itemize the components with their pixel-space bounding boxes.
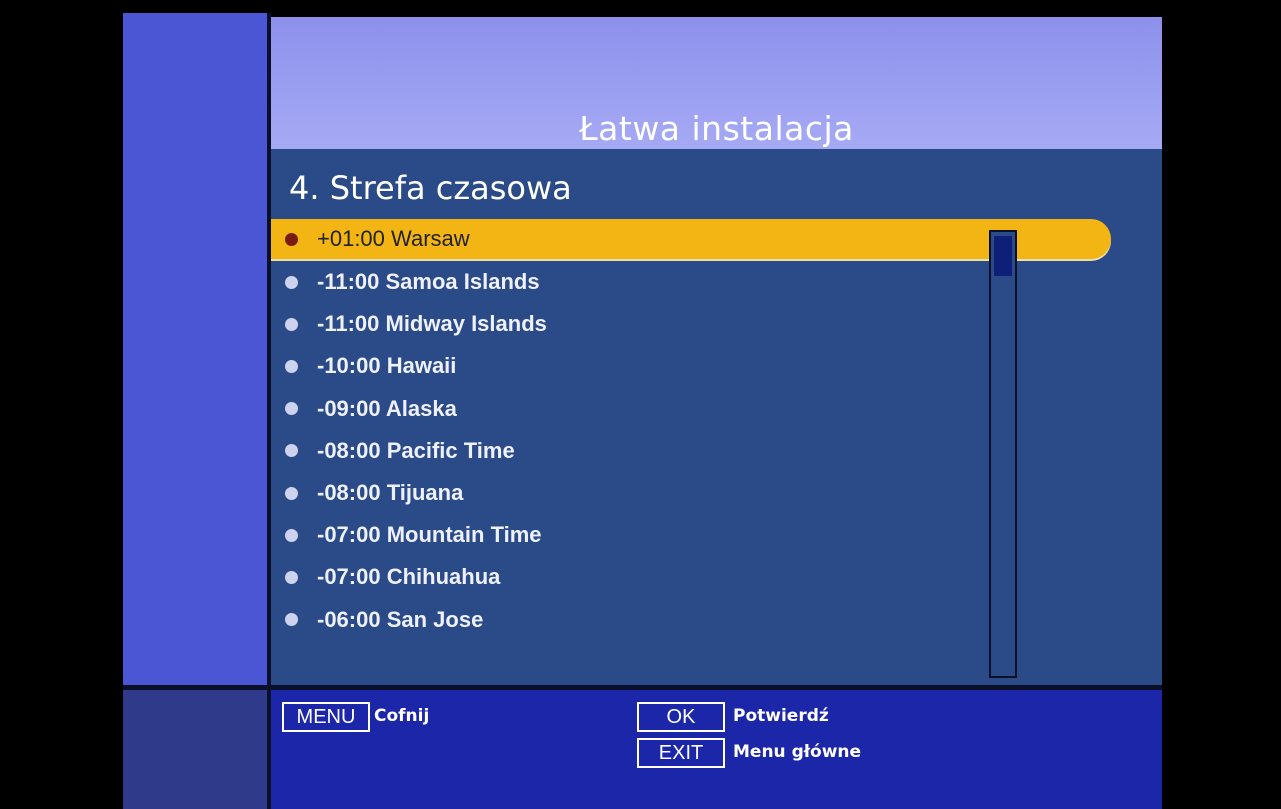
main-panel: 4. Strefa czasowa +01:00 Warsaw -11:00 S… xyxy=(271,149,1162,685)
section-title: 4. Strefa czasowa xyxy=(289,169,572,207)
timezone-label: -07:00 Chihuahua xyxy=(317,564,501,590)
timezone-item[interactable]: -11:00 Midway Islands xyxy=(271,303,1111,345)
bullet-icon xyxy=(285,275,298,289)
timezone-item-selected[interactable]: +01:00 Warsaw xyxy=(271,219,1111,259)
menu-key-label: Cofnij xyxy=(374,706,430,726)
menu-key-button[interactable]: MENU xyxy=(282,702,370,732)
bullet-icon xyxy=(285,486,298,500)
timezone-label: +01:00 Warsaw xyxy=(317,226,470,251)
left-decor-footer xyxy=(123,690,267,809)
footer-bar: MENU Cofnij OK Potwierdź EXIT Menu główn… xyxy=(271,690,1162,809)
timezone-item[interactable]: -06:00 San Jose xyxy=(271,599,1111,641)
timezone-list: +01:00 Warsaw -11:00 Samoa Islands -11:0… xyxy=(271,219,1111,641)
timezone-label: -10:00 Hawaii xyxy=(317,353,457,379)
bullet-icon xyxy=(285,232,298,246)
page-title: Łatwa instalacja xyxy=(579,109,854,148)
bullet-icon xyxy=(285,402,298,416)
exit-key-label: Menu główne xyxy=(733,742,862,762)
bullet-icon xyxy=(285,613,298,627)
exit-key-button[interactable]: EXIT xyxy=(637,738,725,768)
timezone-item[interactable]: -09:00 Alaska xyxy=(271,388,1111,430)
timezone-label: -08:00 Tijuana xyxy=(317,480,464,506)
tv-screen: Łatwa instalacja 4. Strefa czasowa +01:0… xyxy=(123,13,1162,809)
timezone-item[interactable]: -10:00 Hawaii xyxy=(271,345,1111,387)
timezone-item[interactable]: -08:00 Tijuana xyxy=(271,472,1111,514)
bullet-icon xyxy=(285,444,298,458)
ok-key-label: Potwierdź xyxy=(733,706,829,726)
timezone-label: -11:00 Midway Islands xyxy=(317,311,547,337)
timezone-label: -07:00 Mountain Time xyxy=(317,522,542,548)
timezone-item[interactable]: -07:00 Mountain Time xyxy=(271,514,1111,556)
scrollbar-thumb[interactable] xyxy=(994,236,1012,276)
bullet-icon xyxy=(285,317,298,331)
scrollbar[interactable] xyxy=(989,230,1017,678)
timezone-item[interactable]: -07:00 Chihuahua xyxy=(271,556,1111,598)
left-decor-panel xyxy=(123,13,267,685)
timezone-label: -08:00 Pacific Time xyxy=(317,437,515,463)
bullet-icon xyxy=(285,359,298,373)
timezone-label: -09:00 Alaska xyxy=(317,395,457,421)
timezone-item[interactable]: -11:00 Samoa Islands xyxy=(271,261,1111,303)
timezone-item[interactable]: -08:00 Pacific Time xyxy=(271,430,1111,472)
header-bar: Łatwa instalacja xyxy=(271,17,1162,149)
timezone-label: -11:00 Samoa Islands xyxy=(317,269,540,295)
bullet-icon xyxy=(285,570,298,584)
timezone-label: -06:00 San Jose xyxy=(317,606,484,632)
bullet-icon xyxy=(285,528,298,542)
ok-key-button[interactable]: OK xyxy=(637,702,725,732)
